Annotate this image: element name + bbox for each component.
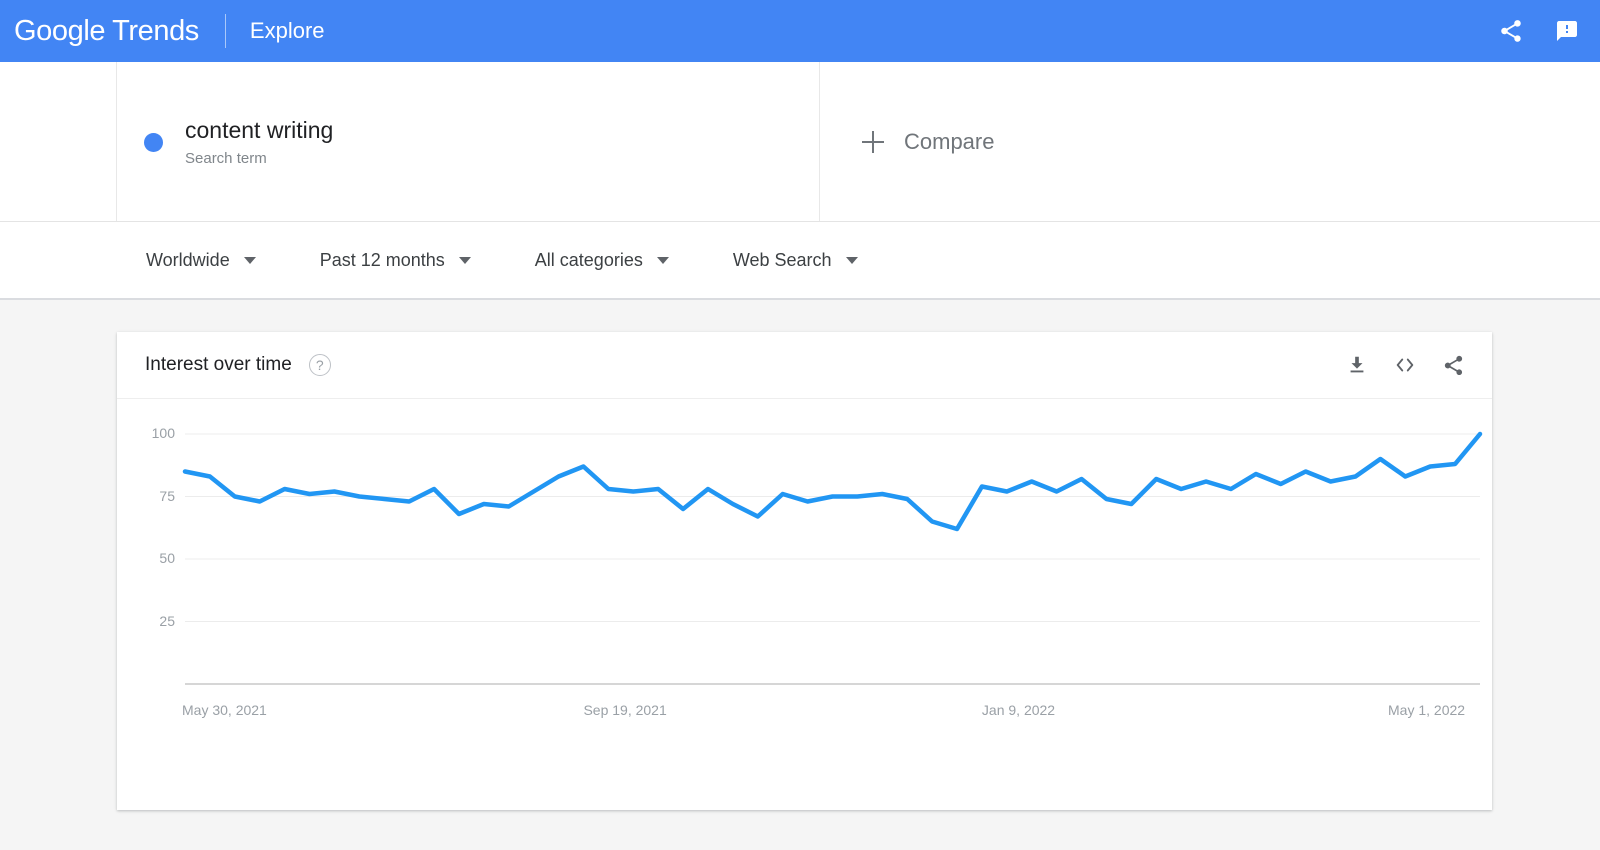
card-title: Interest over time: [145, 354, 292, 375]
feedback-button[interactable]: [1544, 8, 1590, 54]
compare-label: Compare: [904, 128, 995, 154]
y-axis-tick-label: 50: [159, 550, 175, 566]
query-strip-gutter: [0, 62, 117, 221]
appbar-divider: [224, 14, 226, 48]
query-strip: content writing Search term Compare: [0, 62, 1600, 222]
interest-over-time-plot[interactable]: 100 75 50 25 May 30, 2021 Sep 19, 2021 Jan 9,…: [117, 399, 1492, 809]
filter-category[interactable]: All categories: [535, 250, 669, 271]
google-trends-logo[interactable]: Google Trends: [14, 15, 199, 48]
data-line-content-writing: [182, 431, 1483, 532]
embed-button[interactable]: [1384, 344, 1426, 386]
filter-search-type-label: Web Search: [732, 249, 832, 270]
chevron-down-icon: [656, 256, 669, 264]
app-bar: Google Trends Explore: [0, 0, 1600, 62]
filter-category-label: All categories: [534, 249, 643, 270]
chevron-down-icon: [845, 256, 858, 264]
chevron-down-icon: [458, 256, 471, 264]
x-axis-tick-label: May 30, 2021: [182, 702, 267, 718]
y-axis-tick-label: 75: [159, 487, 175, 504]
y-axis-tick-label: 100: [151, 425, 175, 441]
card-header: Interest over time ?: [117, 332, 1492, 399]
help-icon[interactable]: ?: [308, 354, 331, 376]
logo-google-text: Google: [14, 14, 106, 47]
embed-code-icon: [1396, 358, 1414, 372]
x-axis-tick-label: Sep 19, 2021: [583, 702, 667, 718]
share-chart-button[interactable]: [1432, 344, 1474, 386]
compare-button[interactable]: Compare: [820, 62, 1600, 221]
search-term-text: content writing Search term: [185, 116, 333, 167]
x-axis-tick-label: Jan 9, 2022: [981, 702, 1056, 718]
x-axis-tick-label: May 1, 2022: [1388, 702, 1466, 718]
search-term-type: Search term: [185, 150, 267, 167]
search-term-card[interactable]: content writing Search term: [117, 62, 820, 221]
interest-over-time-card: Interest over time ? 100 75 50 25 May 30, 2…: [117, 332, 1492, 810]
filter-bar: Worldwide Past 12 months All categories …: [0, 222, 1600, 300]
feedback-icon: [1557, 21, 1577, 41]
download-icon: [1350, 356, 1364, 373]
explore-title: Explore: [249, 18, 325, 43]
share-button[interactable]: [1488, 8, 1534, 54]
y-axis-tick-label: 25: [159, 612, 175, 629]
share-icon: [1444, 355, 1462, 375]
series-color-dot: [144, 133, 163, 152]
download-csv-button[interactable]: [1336, 344, 1378, 386]
filter-search-type[interactable]: Web Search: [733, 250, 858, 271]
filter-location[interactable]: Worldwide: [146, 250, 256, 271]
filter-location-label: Worldwide: [146, 249, 230, 270]
plus-icon: [862, 130, 884, 153]
filter-time-range[interactable]: Past 12 months: [320, 250, 471, 271]
search-term-value: content writing: [185, 117, 334, 143]
logo-trends-text: Trends: [112, 14, 199, 47]
share-icon: [1501, 20, 1521, 42]
chevron-down-icon: [243, 256, 256, 264]
chart-canvas: [182, 431, 1483, 685]
filter-time-range-label: Past 12 months: [319, 249, 445, 270]
